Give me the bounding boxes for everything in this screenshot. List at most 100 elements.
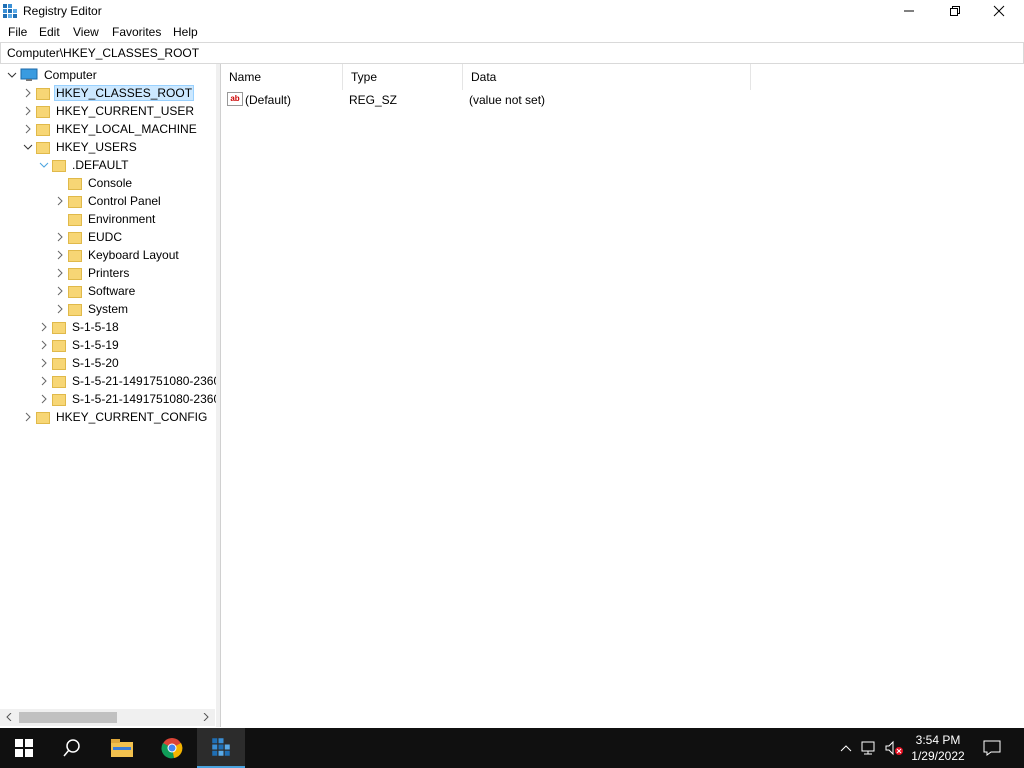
chevron-right-icon[interactable] [54, 249, 66, 261]
tree-item-console[interactable]: Console [54, 174, 134, 192]
folder-icon [36, 410, 50, 424]
folder-icon [52, 356, 66, 370]
file-explorer-button[interactable] [98, 728, 146, 768]
chevron-right-icon[interactable] [54, 231, 66, 243]
tree-label: System [88, 302, 129, 316]
address-path: Computer\HKEY_CLASSES_ROOT [7, 46, 200, 60]
value-row[interactable]: ab (Default) REG_SZ (value not set) [225, 90, 745, 110]
tree-item-sid[interactable]: S-1-5-21-1491751080-2360 [38, 372, 217, 390]
tree-label: Console [88, 176, 133, 190]
tree-label: HKEY_USERS [56, 140, 137, 154]
network-icon[interactable] [860, 738, 880, 758]
tree-item-hkey-current-config[interactable]: HKEY_CURRENT_CONFIG [22, 408, 209, 426]
key-tree[interactable]: Computer HKEY_CLASSES_ROOT HKEY_CURRENT_… [0, 64, 217, 727]
scroll-left-icon[interactable] [3, 711, 15, 723]
tree-item-default[interactable]: .DEFAULT [38, 156, 130, 174]
chevron-right-icon[interactable] [22, 411, 34, 423]
close-button[interactable] [976, 0, 1022, 22]
minimize-button[interactable] [886, 0, 932, 22]
folder-icon [52, 158, 66, 172]
chevron-right-icon[interactable] [38, 393, 50, 405]
tree-label: Computer [44, 68, 97, 82]
restore-button[interactable] [932, 0, 978, 22]
tree-item-system[interactable]: System [54, 300, 130, 318]
tree-item-hkey-users[interactable]: HKEY_USERS [22, 138, 139, 156]
tree-item-eudc[interactable]: EUDC [54, 228, 124, 246]
values-list[interactable]: Name Type Data ab (Default) REG_SZ (valu… [220, 64, 1024, 727]
chevron-right-icon[interactable] [22, 105, 34, 117]
tree-item-computer[interactable]: Computer [6, 66, 99, 84]
address-bar[interactable]: Computer\HKEY_CLASSES_ROOT [0, 42, 1024, 64]
chevron-right-icon[interactable] [54, 195, 66, 207]
tree-label: S-1-5-21-1491751080-2360 [72, 374, 217, 388]
tree-item-keyboard-layout[interactable]: Keyboard Layout [54, 246, 181, 264]
string-value-icon: ab [227, 92, 243, 106]
tree-item-hkey-current-user[interactable]: HKEY_CURRENT_USER [22, 102, 196, 120]
tree-label: S-1-5-20 [72, 356, 119, 370]
menu-bar: File Edit View Favorites Help [0, 22, 1024, 42]
tree-label: Keyboard Layout [88, 248, 179, 262]
tree-item-hkey-classes-root[interactable]: HKEY_CLASSES_ROOT [22, 84, 195, 102]
menu-edit[interactable]: Edit [39, 25, 60, 39]
chrome-icon [161, 738, 183, 759]
volume-muted-icon[interactable] [884, 738, 904, 758]
column-header-data[interactable]: Data [463, 64, 751, 90]
menu-favorites[interactable]: Favorites [112, 25, 161, 39]
scroll-right-icon[interactable] [200, 711, 212, 723]
value-data: (value not set) [469, 93, 546, 107]
registry-editor-icon [3, 4, 17, 18]
tree-item-hkey-local-machine[interactable]: HKEY_LOCAL_MACHINE [22, 120, 199, 138]
menu-help[interactable]: Help [173, 25, 198, 39]
column-header-type[interactable]: Type [343, 64, 463, 90]
folder-icon [52, 392, 66, 406]
tree-label: EUDC [88, 230, 123, 244]
tree-horizontal-scrollbar[interactable] [0, 709, 215, 726]
tree-item-control-panel[interactable]: Control Panel [54, 192, 163, 210]
chrome-button[interactable] [148, 728, 196, 768]
chevron-right-icon[interactable] [54, 267, 66, 279]
search-button[interactable] [48, 728, 96, 768]
folder-icon [36, 122, 50, 136]
folder-icon [36, 140, 50, 154]
folder-icon [36, 86, 50, 100]
menu-view[interactable]: View [73, 25, 99, 39]
menu-file[interactable]: File [8, 25, 27, 39]
tree-item-printers[interactable]: Printers [54, 264, 131, 282]
notification-icon[interactable] [982, 738, 1002, 758]
tree-item-sid[interactable]: S-1-5-20 [38, 354, 121, 372]
chevron-right-icon[interactable] [22, 123, 34, 135]
tree-item-environment[interactable]: Environment [54, 210, 157, 228]
tree-item-sid[interactable]: S-1-5-21-1491751080-2360 [38, 390, 216, 408]
tree-label: .DEFAULT [72, 158, 129, 172]
clock-time: 3:54 PM [915, 733, 961, 747]
close-icon [993, 5, 1005, 17]
value-name: (Default) [245, 93, 292, 107]
chevron-right-icon[interactable] [38, 339, 50, 351]
folder-icon [52, 338, 66, 352]
chevron-down-icon[interactable] [6, 69, 18, 81]
chevron-right-icon[interactable] [38, 357, 50, 369]
chevron-up-icon[interactable] [836, 738, 856, 758]
tree-item-sid[interactable]: S-1-5-18 [38, 318, 121, 336]
tree-label: Control Panel [88, 194, 161, 208]
tree-item-sid[interactable]: S-1-5-19 [38, 336, 121, 354]
chevron-right-icon[interactable] [54, 303, 66, 315]
chevron-right-icon[interactable] [38, 321, 50, 333]
registry-editor-taskbar-button[interactable] [197, 728, 245, 768]
column-header-name[interactable]: Name [221, 64, 343, 90]
start-button[interactable] [0, 728, 48, 768]
value-type: REG_SZ [349, 93, 398, 107]
chevron-down-icon[interactable] [38, 159, 50, 171]
chevron-right-icon[interactable] [54, 285, 66, 297]
folder-icon [68, 230, 82, 244]
chevron-right-icon[interactable] [38, 375, 50, 387]
search-icon [63, 739, 80, 757]
tree-item-software[interactable]: Software [54, 282, 137, 300]
taskbar: 3:54 PM 1/29/2022 [0, 728, 1024, 768]
restore-icon [950, 6, 960, 16]
scrollbar-thumb[interactable] [19, 712, 117, 723]
tree-label: Software [88, 284, 136, 298]
system-clock[interactable]: 3:54 PM 1/29/2022 [906, 732, 970, 764]
chevron-right-icon[interactable] [22, 87, 34, 99]
chevron-down-icon[interactable] [22, 141, 34, 153]
